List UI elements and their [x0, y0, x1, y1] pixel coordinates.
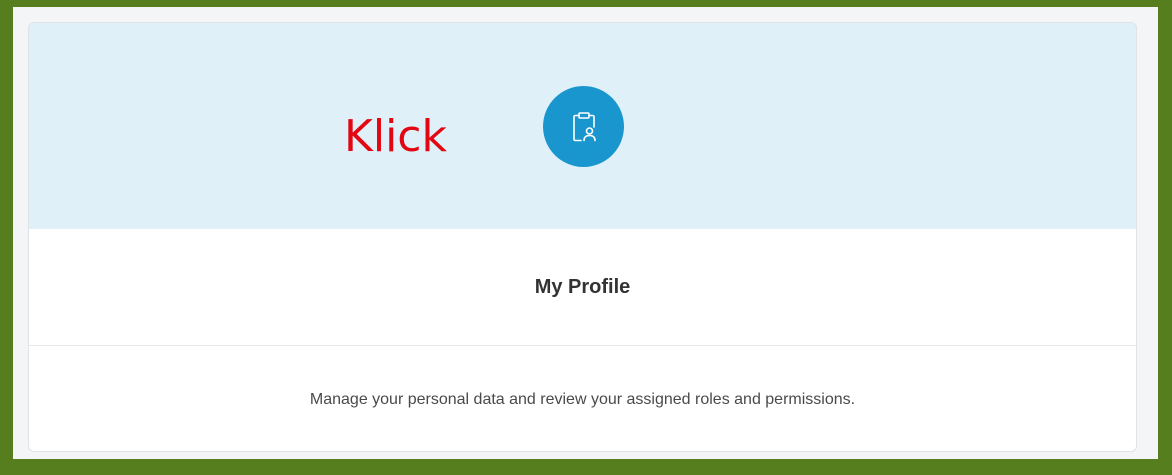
clipboard-person-icon[interactable] — [543, 86, 624, 167]
my-profile-tile[interactable]: My Profile Manage your personal data and… — [28, 22, 1137, 452]
click-annotation: Klick — [344, 111, 447, 162]
screenshot-stage: My Profile Manage your personal data and… — [0, 0, 1172, 475]
tile-description: Manage your personal data and review you… — [309, 390, 856, 408]
tile-title[interactable]: My Profile — [29, 229, 1136, 345]
adjacent-tile-edge — [0, 22, 13, 230]
